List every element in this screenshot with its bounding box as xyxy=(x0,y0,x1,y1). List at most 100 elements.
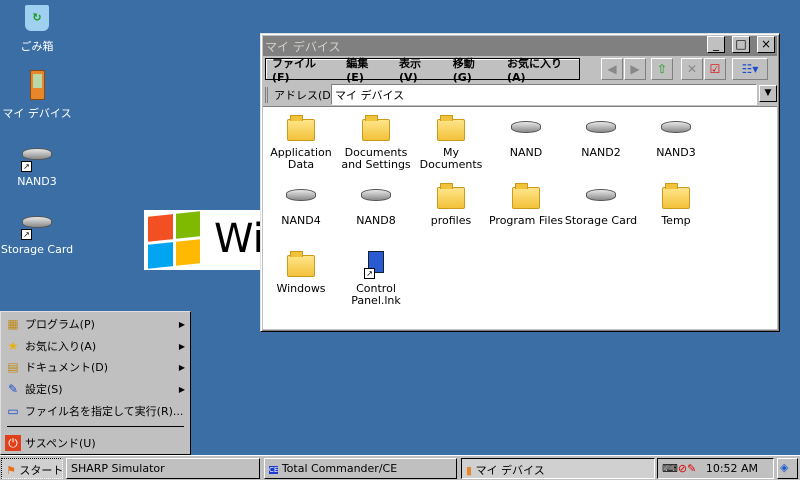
file-item-label: NAND2 xyxy=(581,146,621,159)
start-menu: ▦ プログラム(P) ▶ ★ お気に入り(A) ▶ ▤ ドキュメント(D) ▶ ✎ 設定(S)… xyxy=(0,311,191,455)
folder-icon xyxy=(435,181,467,211)
drive-shortcut-icon: ↗ xyxy=(21,208,53,240)
file-item-label: Temp xyxy=(661,214,691,227)
documents-icon: ▤ xyxy=(7,360,19,374)
desktop-icon-my-device[interactable]: マイ デバイス xyxy=(0,70,77,121)
view-menu-icon[interactable]: ☷▾ xyxy=(732,58,768,80)
file-item-label: Documents and Settings xyxy=(341,146,411,171)
keyboard-icon[interactable]: ⌨ xyxy=(662,462,678,475)
file-item[interactable]: ↗ Control Panel.lnk xyxy=(338,249,414,307)
start-menu-run[interactable]: ▭ ファイル名を指定して実行(R)... xyxy=(5,401,187,421)
start-menu-favorites[interactable]: ★ お気に入り(A) ▶ xyxy=(5,336,187,356)
file-item[interactable]: NAND4 xyxy=(263,181,339,227)
windows-logo-wallpaper: Wi xyxy=(144,210,264,270)
file-item[interactable]: NAND2 xyxy=(563,113,639,159)
desktop-icon-recycle-bin[interactable]: ↻ ごみ箱 xyxy=(0,3,77,54)
menu-file[interactable]: ファイル(F) xyxy=(272,55,332,84)
menu-bar: ファイル(F) 編集(E) 表示(V) 移動(G) お気に入り(A) xyxy=(265,57,580,84)
file-item[interactable]: Documents and Settings xyxy=(338,113,414,171)
taskbar-button-my-device[interactable]: ▮ マイ デバイス xyxy=(461,458,655,479)
file-item-label: NAND8 xyxy=(356,214,396,227)
file-item[interactable]: Program Files xyxy=(488,181,564,227)
programs-icon: ▦ xyxy=(7,317,19,331)
folder-icon xyxy=(510,181,542,211)
taskbar-button-sharp-simulator[interactable]: SHARP Simulator xyxy=(66,458,260,479)
folder-icon xyxy=(285,113,317,143)
start-menu-programs[interactable]: ▦ プログラム(P) ▶ xyxy=(5,314,187,334)
run-icon: ▭ xyxy=(7,404,19,418)
drive-shortcut-icon: ↗ xyxy=(21,140,53,172)
file-item-label: NAND3 xyxy=(656,146,696,159)
pda-icon: ▮ xyxy=(466,464,473,477)
no-sound-icon[interactable]: ⊘ xyxy=(678,462,687,475)
folder-icon xyxy=(435,113,467,143)
file-item-label: Windows xyxy=(276,282,326,295)
app-icon: CE xyxy=(269,466,279,474)
back-icon[interactable]: ◀ xyxy=(601,58,623,80)
file-item-label: Program Files xyxy=(488,214,564,227)
file-item[interactable]: NAND3 xyxy=(638,113,714,159)
icon-label: ごみ箱 xyxy=(20,40,54,53)
file-item-label: Application Data xyxy=(270,146,332,171)
properties-icon[interactable]: ☑ xyxy=(704,58,726,80)
drive-icon xyxy=(585,181,617,211)
file-item-label: profiles xyxy=(430,214,472,227)
desktop-icon-storage-card[interactable]: ↗ Storage Card xyxy=(0,208,77,256)
file-item-label: NAND4 xyxy=(281,214,321,227)
delete-icon[interactable]: ✕ xyxy=(681,58,703,80)
drive-icon xyxy=(510,113,542,143)
window-titlebar[interactable]: マイ デバイス xyxy=(263,36,777,56)
drive-icon xyxy=(585,113,617,143)
icon-label: マイ デバイス xyxy=(2,107,72,120)
recycle-bin-icon: ↻ xyxy=(21,3,53,35)
file-item[interactable]: My Documents xyxy=(413,113,489,171)
start-menu-settings[interactable]: ✎ 設定(S) ▶ xyxy=(5,379,187,399)
settings-icon: ✎ xyxy=(7,382,19,396)
menu-divider xyxy=(7,426,184,427)
taskbar: ⚑ スタート SHARP Simulator CE Total Commande… xyxy=(0,455,800,480)
menu-edit[interactable]: 編集(E) xyxy=(346,55,385,84)
star-icon: ★ xyxy=(7,339,19,353)
file-item-label: Control Panel.lnk xyxy=(351,282,401,307)
address-dropdown-button[interactable]: ▼ xyxy=(759,85,777,102)
pda-icon xyxy=(21,70,53,102)
windows-flag-icon: ⚑ xyxy=(6,464,16,477)
drive-icon xyxy=(285,181,317,211)
file-item[interactable]: NAND8 xyxy=(338,181,414,227)
desktop-toggle-icon[interactable]: ◈ xyxy=(777,458,798,479)
drive-icon xyxy=(360,181,392,211)
file-list: Application Data Documents and Settings My… xyxy=(263,106,777,329)
close-button[interactable]: × xyxy=(757,36,775,53)
start-button[interactable]: ⚑ スタート xyxy=(1,458,63,479)
system-tray: ⌨⊘✎ 10:52 AM xyxy=(657,458,774,479)
file-item-label: My Documents xyxy=(419,146,483,171)
address-label: アドレス(D) xyxy=(265,87,335,103)
icon-label: NAND3 xyxy=(17,175,57,188)
input-icon[interactable]: ✎ xyxy=(687,462,696,475)
address-input[interactable] xyxy=(331,84,757,105)
file-item[interactable]: Storage Card xyxy=(563,181,639,227)
my-device-window: マイ デバイス _ □ × ファイル(F) 編集(E) 表示(V) 移動(G) … xyxy=(260,33,780,332)
up-folder-icon[interactable]: ⇧ xyxy=(651,58,673,80)
folder-icon xyxy=(660,181,692,211)
forward-icon[interactable]: ▶ xyxy=(624,58,646,80)
menu-go[interactable]: 移動(G) xyxy=(453,55,493,84)
file-item[interactable]: NAND xyxy=(488,113,564,159)
start-menu-documents[interactable]: ▤ ドキュメント(D) ▶ xyxy=(5,357,187,377)
control-panel-shortcut-icon: ↗ xyxy=(360,249,392,279)
address-bar: アドレス(D) ▼ xyxy=(265,84,777,106)
menu-favorites[interactable]: お気に入り(A) xyxy=(507,55,579,84)
file-item[interactable]: Temp xyxy=(638,181,714,227)
start-menu-suspend[interactable]: ⏻ サスペンド(U) xyxy=(5,433,187,453)
file-item[interactable]: Windows xyxy=(263,249,339,295)
taskbar-button-total-commander[interactable]: CE Total Commander/CE xyxy=(264,458,457,479)
icon-label: Storage Card xyxy=(0,243,74,256)
desktop-icon-nand3[interactable]: ↗ NAND3 xyxy=(0,140,77,188)
minimize-button[interactable]: _ xyxy=(707,36,725,53)
file-item[interactable]: profiles xyxy=(413,181,489,227)
menu-view[interactable]: 表示(V) xyxy=(399,55,439,84)
clock[interactable]: 10:52 AM xyxy=(706,462,758,475)
folder-icon xyxy=(360,113,392,143)
maximize-button[interactable]: □ xyxy=(732,36,750,53)
file-item[interactable]: Application Data xyxy=(263,113,339,171)
